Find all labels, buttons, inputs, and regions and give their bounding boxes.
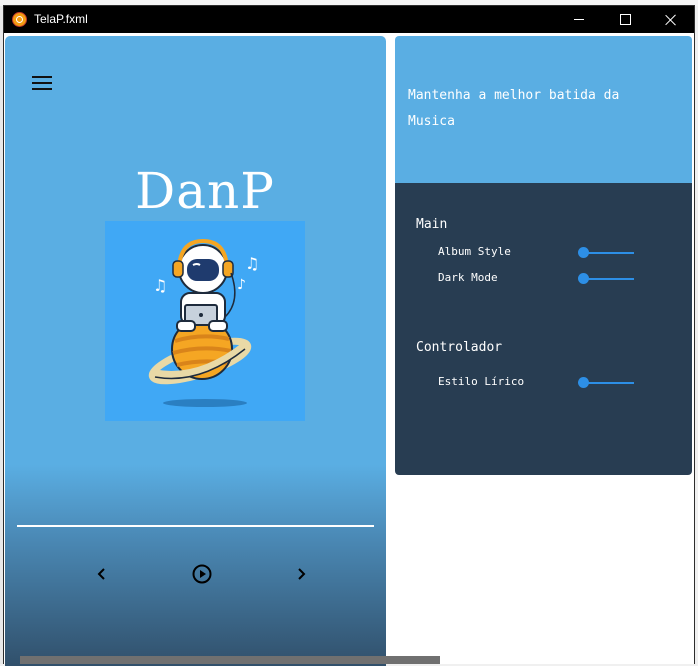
settings-panel: Main Album Style Dark Mode Controlador E…	[395, 183, 692, 475]
previous-button[interactable]	[92, 563, 110, 585]
astronaut-illustration-icon: ♫ ♫ ♪	[148, 238, 259, 407]
minimize-button[interactable]	[556, 6, 602, 33]
close-button[interactable]	[648, 6, 694, 33]
svg-text:♫: ♫	[245, 254, 259, 273]
close-icon	[665, 14, 677, 26]
brand-title: DanP	[135, 162, 275, 220]
minimize-icon	[574, 19, 584, 20]
maximize-button[interactable]	[602, 6, 648, 33]
section-title-main: Main	[416, 217, 448, 232]
player-panel: DanP ♫ ♫ ♪	[5, 36, 386, 666]
title-bar[interactable]: TelaP.fxml	[4, 6, 694, 33]
setting-label-estilo-lirico: Estilo Lírico	[438, 375, 525, 388]
setting-label-dark-mode: Dark Mode	[438, 271, 498, 284]
window-content: DanP ♫ ♫ ♪ Mantenha a melhor batida da M…	[4, 33, 694, 666]
maximize-icon	[619, 14, 631, 25]
album-style-toggle[interactable]	[578, 247, 634, 259]
hamburger-menu-icon[interactable]	[32, 76, 52, 90]
next-button[interactable]	[293, 563, 311, 585]
dark-mode-toggle[interactable]	[578, 273, 634, 285]
play-button[interactable]	[191, 563, 213, 585]
app-icon	[12, 12, 27, 27]
app-window: TelaP.fxml DanP ♫ ♫ ♪ Mantenha a melhor …	[3, 5, 695, 666]
chevron-left-icon	[97, 568, 105, 580]
progress-bar[interactable]	[17, 525, 374, 527]
setting-label-album-style: Album Style	[438, 245, 511, 258]
album-art: ♫ ♫ ♪	[105, 221, 305, 421]
svg-text:♫: ♫	[153, 276, 167, 295]
estilo-lirico-toggle[interactable]	[578, 377, 634, 389]
section-title-controlador: Controlador	[416, 340, 503, 355]
play-circle-icon	[192, 564, 212, 584]
info-text: Mantenha a melhor batida da Musica	[408, 88, 620, 129]
svg-text:♪: ♪	[237, 277, 246, 293]
window-title: TelaP.fxml	[34, 12, 88, 26]
background-taskbar-strip	[20, 656, 440, 664]
info-card: Mantenha a melhor batida da Musica	[395, 36, 692, 186]
chevron-right-icon	[298, 568, 306, 580]
